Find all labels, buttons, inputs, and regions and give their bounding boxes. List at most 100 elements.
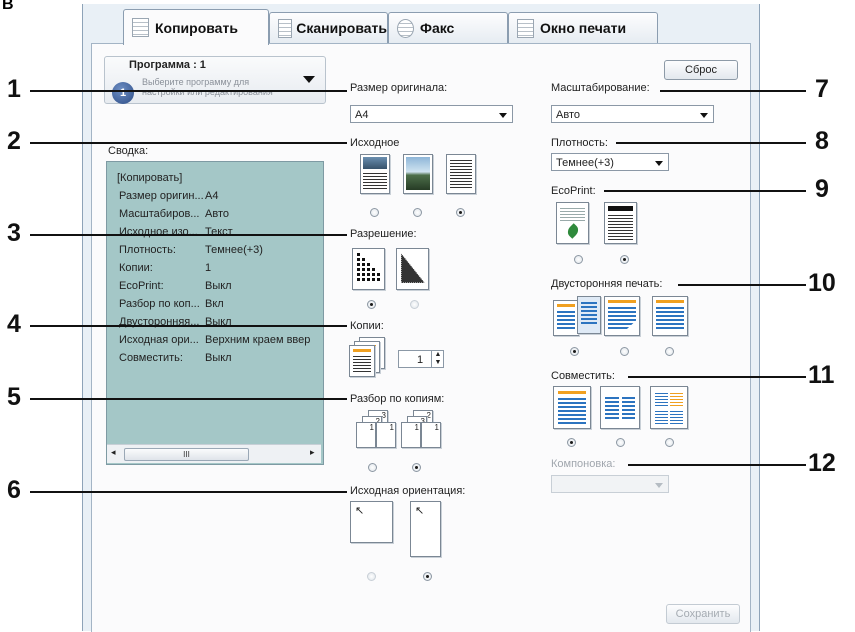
collate-radio-2[interactable] — [412, 463, 421, 472]
summary-row-value: 1 — [205, 262, 212, 274]
layout-label: Компоновка: — [551, 458, 616, 470]
summary-label: Сводка: — [108, 145, 149, 157]
original-image-radio-3[interactable] — [456, 208, 465, 217]
ecoprint-off-icon[interactable] — [604, 202, 637, 244]
scroll-left-icon[interactable]: ◂ — [111, 447, 116, 458]
duplex-radio-2[interactable] — [620, 347, 629, 356]
zoom-value: Авто — [556, 109, 580, 121]
orientation-radio-1[interactable] — [367, 572, 376, 581]
callout-line-6 — [30, 491, 347, 493]
callout-10: 10 — [808, 269, 836, 297]
summary-row-value: Выкл — [205, 280, 232, 292]
callout-line-8 — [616, 142, 806, 144]
scroll-right-icon[interactable]: ▸ — [310, 447, 315, 458]
original-image-radio-1[interactable] — [370, 208, 379, 217]
orientation-label: Исходная ориентация: — [350, 485, 466, 497]
callout-line-3 — [30, 234, 347, 236]
chevron-down-icon — [655, 483, 663, 488]
summary-scrollbar[interactable]: ◂ III ▸ — [107, 444, 321, 463]
text-icon[interactable] — [446, 154, 476, 194]
duplex-off-icon[interactable] — [553, 296, 601, 338]
tab-print-box[interactable]: Окно печати — [508, 12, 658, 43]
summary-row-value: Текст — [205, 226, 233, 238]
high-resolution-icon[interactable] — [352, 248, 385, 290]
low-resolution-icon[interactable] — [396, 248, 429, 290]
program-hint: Выберите программу для настройки или ред… — [142, 77, 273, 97]
duplex-radio-3[interactable] — [665, 347, 674, 356]
chevron-down-icon[interactable] — [303, 76, 315, 83]
tab-scan[interactable]: Сканировать — [269, 12, 388, 43]
summary-header: [Копировать] — [117, 172, 183, 184]
photo-icon[interactable] — [403, 154, 433, 194]
duplex-label: Двусторонняя печать: — [551, 278, 663, 290]
orientation-landscape-icon[interactable]: ↖ — [350, 501, 393, 543]
ecoprint-radio-2[interactable] — [620, 255, 629, 264]
callout-6: 6 — [7, 476, 21, 504]
summary-panel[interactable]: [Копировать] Размер оригин... A4 Масштабир… — [106, 161, 324, 465]
reset-button[interactable]: Сброс — [664, 60, 738, 80]
resolution-gradient-icon — [400, 251, 427, 284]
callout-11: 11 — [808, 361, 835, 389]
combine-radio-3[interactable] — [665, 438, 674, 447]
duplex-short-edge-icon[interactable] — [650, 296, 690, 338]
collate-on-icon[interactable]: 3 2 1 1 — [352, 410, 396, 453]
tab-copy[interactable]: Копировать — [123, 9, 269, 45]
original-image-radio-2[interactable] — [413, 208, 422, 217]
collate-radio-1[interactable] — [368, 463, 377, 472]
spinner-arrows-icon[interactable]: ▲ ▼ — [431, 351, 444, 367]
print-box-tab-icon — [517, 18, 534, 38]
callout-8: 8 — [815, 127, 829, 155]
original-image-label: Исходное — [350, 137, 400, 149]
resolution-radio-2 — [410, 300, 419, 309]
tab-fax[interactable]: Факс — [388, 12, 508, 43]
summary-row-key: Размер оригин... — [119, 190, 204, 202]
ecoprint-radio-1[interactable] — [574, 255, 583, 264]
orientation-radio-2[interactable] — [423, 572, 432, 581]
callout-7: 7 — [815, 75, 829, 103]
combine-4in1-icon[interactable] — [650, 386, 688, 429]
corner-letter: B — [2, 0, 14, 13]
ecoprint-on-icon[interactable] — [556, 202, 589, 244]
resolution-label: Разрешение: — [350, 228, 417, 240]
layout-dropdown[interactable] — [551, 475, 669, 493]
copies-value: 1 — [417, 354, 424, 366]
callout-line-7 — [660, 90, 806, 92]
original-size-value: A4 — [355, 109, 369, 121]
copies-label: Копии: — [350, 320, 384, 332]
scan-tab-icon — [278, 18, 293, 38]
program-selector[interactable]: Программа : 1 1 Выберите программу для н… — [104, 56, 326, 104]
combine-radio-1[interactable] — [567, 438, 576, 447]
summary-row-key: Совместить: — [119, 352, 183, 364]
callout-line-5 — [30, 398, 347, 400]
callout-12: 12 — [808, 449, 836, 477]
callout-5: 5 — [7, 383, 21, 411]
original-size-label: Размер оригинала: — [350, 82, 448, 94]
save-button[interactable]: Сохранить — [666, 604, 740, 624]
summary-row-key: Масштабиров... — [119, 208, 200, 220]
arrow-up-left-icon: ↖ — [415, 505, 425, 517]
summary-row-value: Верхним краем ввер — [205, 334, 311, 346]
combine-off-icon[interactable] — [553, 386, 591, 429]
orientation-portrait-icon[interactable]: ↖ — [410, 501, 441, 557]
callout-line-1 — [30, 90, 347, 92]
combine-radio-2[interactable] — [616, 438, 625, 447]
scroll-thumb[interactable]: III — [124, 448, 249, 461]
copies-stack-icon — [349, 337, 391, 377]
summary-row-value: Темнее(+3) — [205, 244, 263, 256]
callout-line-9 — [604, 190, 806, 192]
original-size-dropdown[interactable]: A4 — [350, 105, 513, 123]
duplex-radio-1[interactable] — [570, 347, 579, 356]
summary-row-key: Исходное изо... — [119, 226, 198, 238]
density-dropdown[interactable]: Темнее(+3) — [551, 153, 669, 171]
collate-off-icon[interactable]: 2 3 1 1 — [397, 410, 441, 453]
resolution-radio-1[interactable] — [367, 300, 376, 309]
combine-2in1-icon[interactable] — [600, 386, 640, 429]
copies-spinner[interactable]: 1 ▲ ▼ — [398, 350, 444, 368]
tab-print-box-label: Окно печати — [540, 20, 627, 36]
callout-9: 9 — [815, 175, 829, 203]
duplex-long-edge-icon[interactable] — [604, 296, 644, 338]
summary-row-value: Вкл — [205, 298, 224, 310]
text-photo-icon[interactable] — [360, 154, 390, 194]
callout-3: 3 — [7, 219, 21, 247]
zoom-dropdown[interactable]: Авто — [551, 105, 714, 123]
